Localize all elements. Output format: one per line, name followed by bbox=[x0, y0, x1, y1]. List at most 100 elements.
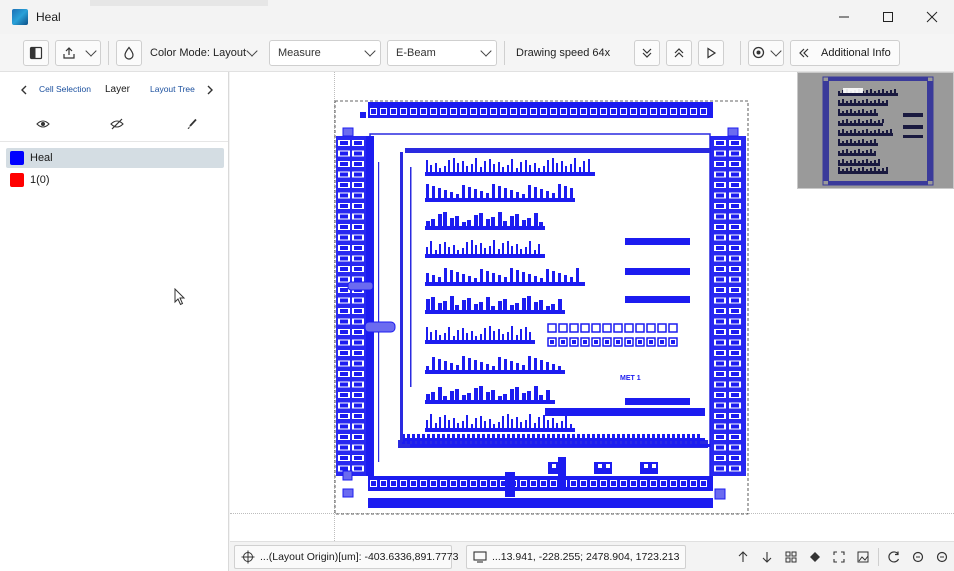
drop-icon bbox=[124, 46, 134, 60]
chevron-right-icon[interactable] bbox=[205, 84, 215, 96]
fit-icon bbox=[833, 551, 845, 563]
refresh-icon bbox=[888, 551, 900, 563]
origin-coordinates: ...(Layout Origin)[um]: -403.6336,891.77… bbox=[260, 551, 459, 563]
measure-dropdown[interactable]: Measure bbox=[269, 39, 381, 66]
chevron-down-icon bbox=[364, 44, 376, 57]
zoom-out-icon bbox=[936, 551, 948, 563]
center-button[interactable] bbox=[804, 546, 826, 568]
layer-row-1-0[interactable]: 1(0) bbox=[6, 170, 224, 190]
left-pad-ring bbox=[336, 136, 374, 476]
color-mode-label[interactable]: Color Mode: Layout bbox=[150, 47, 246, 59]
connector bbox=[347, 281, 374, 291]
zoom-in-button[interactable] bbox=[907, 546, 929, 568]
double-chevron-up-icon bbox=[674, 47, 684, 57]
left-bus-2 bbox=[410, 167, 412, 387]
nav-divider bbox=[878, 548, 879, 566]
export-icon bbox=[62, 46, 75, 59]
arrow-up-icon bbox=[738, 551, 748, 562]
window-title: Heal bbox=[36, 10, 61, 24]
title-accent bbox=[90, 0, 268, 6]
chevron-left-icon[interactable] bbox=[19, 84, 29, 96]
left-bus bbox=[400, 152, 403, 442]
corner-pad bbox=[727, 127, 739, 137]
maximize-icon bbox=[883, 12, 893, 22]
layout-canvas[interactable]: MET 1 bbox=[230, 72, 954, 541]
panel-toggle-icon bbox=[29, 46, 43, 59]
chevron-down-icon bbox=[84, 44, 97, 57]
logic-rows bbox=[400, 158, 710, 447]
corner-pad bbox=[714, 488, 726, 500]
toolbar-divider bbox=[108, 40, 109, 65]
measure-label: Measure bbox=[278, 46, 321, 59]
additional-info-label: Additional Info bbox=[821, 46, 891, 59]
layer-color-swatch bbox=[10, 151, 24, 165]
play-button[interactable] bbox=[698, 39, 724, 66]
double-chevron-left-icon bbox=[799, 48, 809, 57]
minimap-drawing bbox=[822, 76, 934, 186]
toolbar-divider bbox=[504, 40, 505, 65]
settings-dropdown-button[interactable] bbox=[748, 39, 784, 66]
play-icon bbox=[707, 46, 717, 59]
eye-icon[interactable] bbox=[36, 118, 50, 130]
pan-up-button[interactable] bbox=[732, 546, 754, 568]
close-button[interactable] bbox=[910, 0, 954, 34]
zoom-out-button[interactable] bbox=[931, 546, 953, 568]
right-pad-ring bbox=[710, 136, 746, 476]
grid-icon bbox=[785, 551, 797, 563]
title-bar: Heal bbox=[0, 0, 954, 34]
layer-name: Heal bbox=[30, 152, 53, 164]
overview-minimap[interactable] bbox=[797, 72, 954, 189]
top-rail bbox=[405, 148, 710, 153]
color-drop-button[interactable] bbox=[116, 39, 142, 66]
main-toolbar: Color Mode: Layout Measure E-Beam Drawin… bbox=[0, 34, 954, 72]
window-controls bbox=[822, 0, 954, 34]
brush-icon[interactable] bbox=[186, 118, 198, 130]
export-dropdown-button[interactable] bbox=[55, 39, 101, 66]
layer-visibility-toolbar bbox=[0, 108, 228, 142]
app-icon bbox=[12, 9, 28, 25]
grid-button[interactable] bbox=[780, 546, 802, 568]
maximize-button[interactable] bbox=[866, 0, 910, 34]
drawing-speed-label: Drawing speed 64x bbox=[516, 46, 611, 59]
close-icon bbox=[926, 11, 938, 23]
speed-down-button[interactable] bbox=[634, 39, 660, 66]
eye-off-icon[interactable] bbox=[110, 118, 124, 130]
refresh-button[interactable] bbox=[883, 546, 905, 568]
speed-up-button[interactable] bbox=[666, 39, 692, 66]
tab-layout-tree[interactable]: Layout Tree bbox=[150, 84, 195, 94]
beam-label: E-Beam bbox=[396, 46, 436, 59]
mouse-cursor-icon bbox=[174, 288, 186, 306]
monitor-icon bbox=[473, 551, 487, 563]
bbox-coordinates: ...13.941, -228.255; 2478.904, 1723.213 bbox=[492, 551, 680, 563]
color-mode-chevron-icon[interactable] bbox=[246, 44, 258, 57]
minimize-button[interactable] bbox=[822, 0, 866, 34]
chevron-down-icon bbox=[770, 44, 782, 57]
additional-info-button[interactable]: Additional Info bbox=[790, 39, 900, 66]
toolbar-divider bbox=[740, 40, 741, 65]
panel-tabs: Cell Selection Layer Layout Tree bbox=[0, 72, 228, 108]
toggle-panel-button[interactable] bbox=[23, 39, 49, 66]
tab-cell-selection[interactable]: Cell Selection bbox=[39, 84, 91, 94]
layer-panel: Cell Selection Layer Layout Tree Heal 1(… bbox=[0, 72, 229, 571]
bbox-readout: ...13.941, -228.255; 2478.904, 1723.213 bbox=[466, 545, 686, 569]
image-icon bbox=[857, 551, 869, 563]
zoom-in-icon bbox=[912, 551, 924, 563]
tab-layer[interactable]: Layer bbox=[105, 84, 130, 95]
top-pad-ring bbox=[360, 102, 713, 118]
layer-row-heal[interactable]: Heal bbox=[6, 148, 224, 168]
chevron-down-icon bbox=[480, 44, 492, 57]
zoom-area-button[interactable] bbox=[852, 546, 874, 568]
view-controls bbox=[731, 545, 954, 569]
crosshair-icon bbox=[241, 550, 255, 564]
double-chevron-down-icon bbox=[642, 48, 652, 58]
corner-pad bbox=[342, 488, 354, 498]
beam-dropdown[interactable]: E-Beam bbox=[387, 39, 497, 66]
pan-down-button[interactable] bbox=[756, 546, 778, 568]
arrow-down-icon bbox=[762, 552, 772, 563]
connector bbox=[364, 321, 396, 333]
bottom-pad-ring bbox=[368, 476, 713, 508]
layer-color-swatch bbox=[10, 173, 24, 187]
minimize-icon bbox=[839, 16, 849, 18]
layer-name: 1(0) bbox=[30, 174, 50, 186]
fit-button[interactable] bbox=[828, 546, 850, 568]
